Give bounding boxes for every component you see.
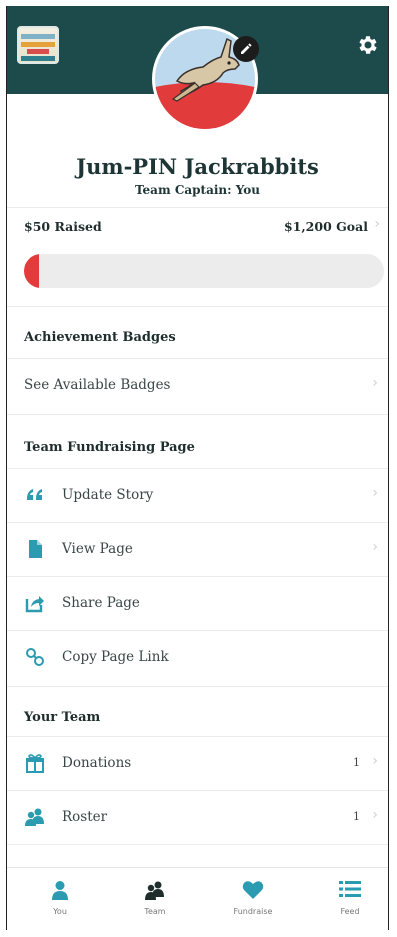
share-page-label: Share Page [62,595,140,611]
donations-label: Donations [62,755,132,771]
document-icon [29,540,42,558]
nav-fundraise[interactable]: Fundraise [223,868,283,930]
view-page-label: View Page [62,541,133,557]
donations-row[interactable]: Donations 1 › [7,738,388,790]
nav-you-label: You [53,907,67,916]
goal-chevron-icon: › [374,216,380,232]
edit-avatar-button[interactable] [233,36,259,62]
nav-you[interactable]: You [30,868,90,930]
divider [7,468,388,469]
nav-team-label: Team [144,907,166,916]
badges-section-title: Achievement Badges [24,330,176,345]
see-available-badges-label: See Available Badges [24,377,171,393]
chevron-right-icon: › [372,539,378,555]
see-available-badges-row[interactable]: See Available Badges › [7,360,388,412]
divider [7,576,388,577]
roster-count: 1 [353,810,360,823]
gear-icon[interactable] [356,33,380,57]
person-icon [52,881,68,900]
app-screen: Jum-PIN Jackrabbits Team Captain: You $5… [6,6,389,930]
divider [7,207,388,208]
team-captain-label: Team Captain: You [134,183,260,197]
roster-label: Roster [62,809,108,825]
pencil-icon [241,43,252,54]
divider [7,736,388,737]
progress-fill [24,254,40,288]
update-story-label: Update Story [62,487,154,503]
divider [7,522,388,523]
divider [7,790,388,791]
list-icon [339,881,361,897]
bottom-nav: You Team Fundraise Feed [7,867,388,930]
fundraising-progress-bar [24,254,384,288]
view-page-row[interactable]: View Page › [7,524,388,576]
copy-page-link-label: Copy Page Link [62,649,169,665]
goal-amount[interactable]: $1,200 Goal [284,219,368,234]
heart-icon [242,881,264,899]
donations-count: 1 [353,756,360,769]
team-icon [145,881,164,900]
update-story-row[interactable]: Update Story › [7,470,388,522]
event-logo[interactable] [17,26,59,64]
nav-fundraise-label: Fundraise [233,907,273,916]
share-icon [25,596,44,613]
link-icon [26,648,44,666]
quote-icon [27,489,42,500]
divider [7,844,388,845]
copy-page-link-row[interactable]: Copy Page Link [7,632,388,684]
divider [7,414,388,415]
nav-feed-label: Feed [340,907,360,916]
divider [7,630,388,631]
divider [7,358,388,359]
chevron-right-icon: › [372,375,378,391]
nav-team[interactable]: Team [125,868,185,930]
chevron-right-icon: › [372,807,378,823]
raised-amount: $50 Raised [24,219,102,234]
your-team-section-title: Your Team [24,710,101,725]
chevron-right-icon: › [372,485,378,501]
people-icon [25,808,44,826]
gift-icon [26,754,44,773]
chevron-right-icon: › [372,753,378,769]
nav-feed[interactable]: Feed [320,868,380,930]
divider [7,686,388,687]
team-name: Jum-PIN Jackrabbits [76,154,319,179]
team-page-section-title: Team Fundraising Page [24,440,195,455]
divider [7,306,388,307]
roster-row[interactable]: Roster 1 › [7,792,388,844]
share-page-row[interactable]: Share Page [7,578,388,630]
